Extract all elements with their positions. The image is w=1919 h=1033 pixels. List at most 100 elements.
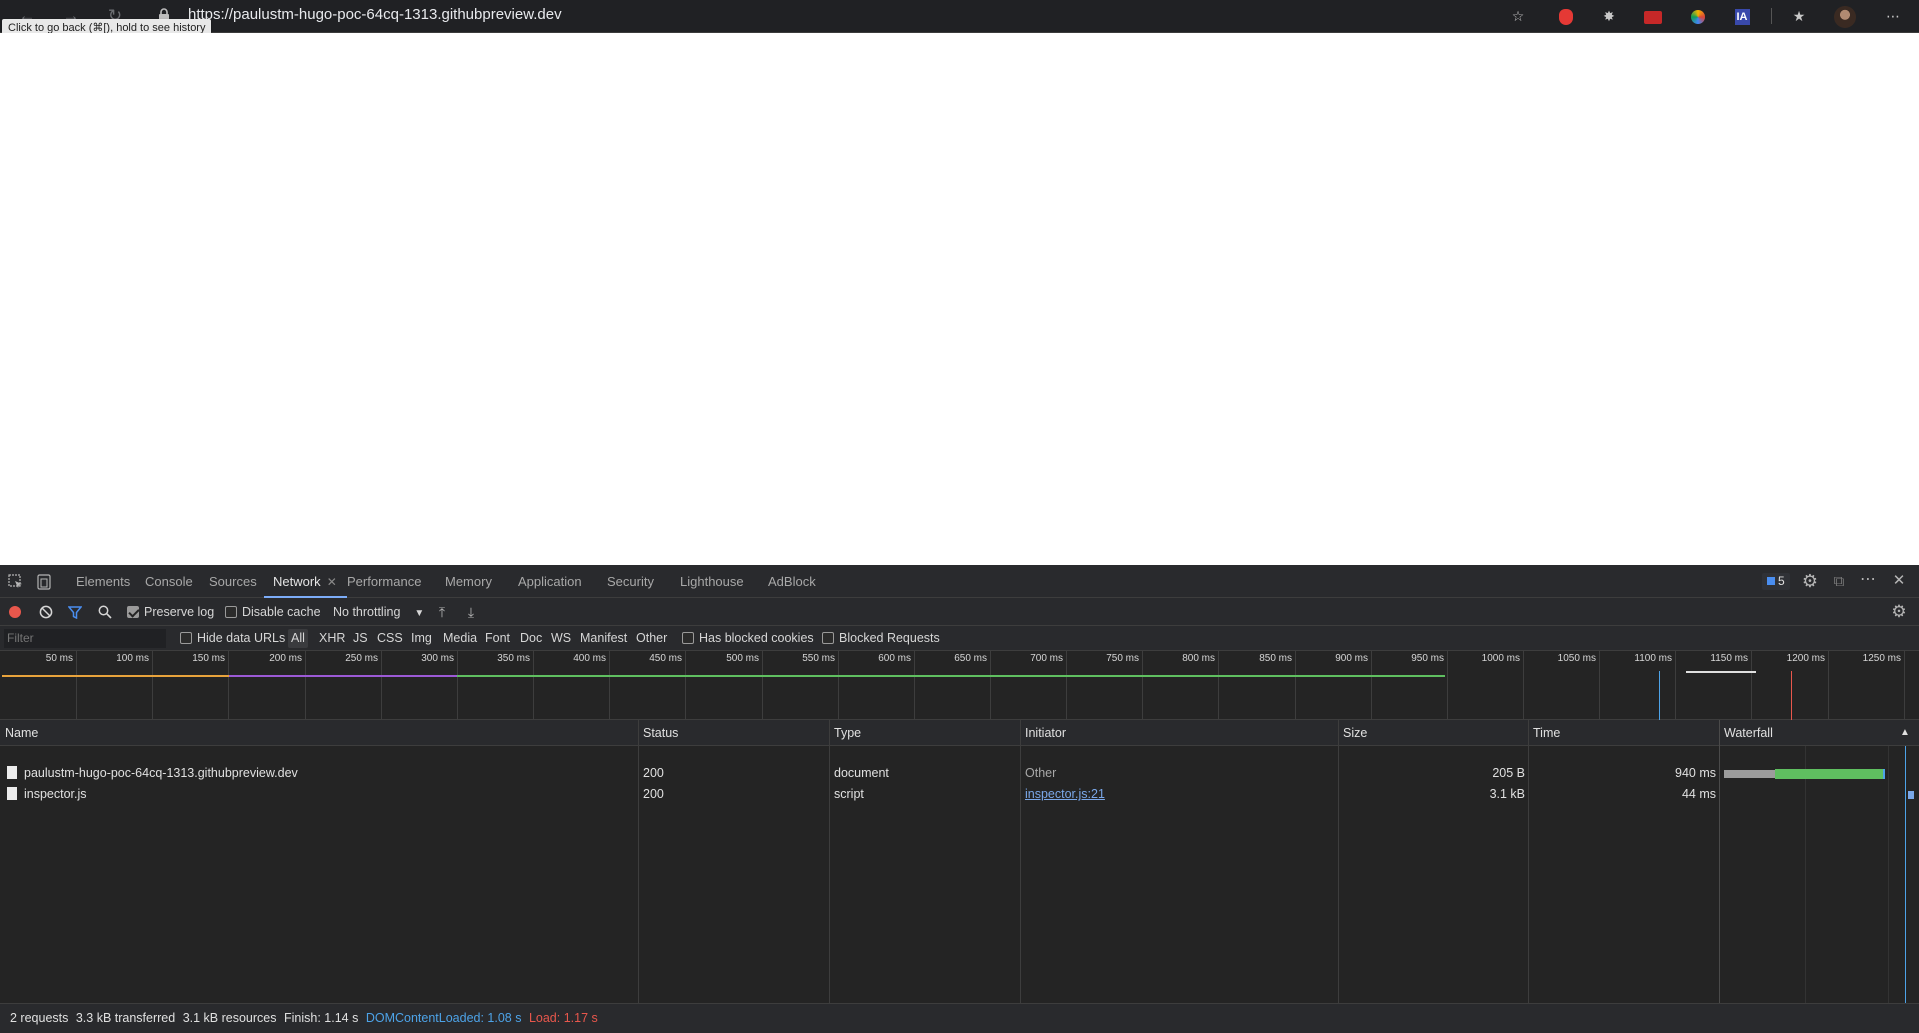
disable-cache-checkbox[interactable]: Disable cache	[225, 598, 321, 626]
search-icon[interactable]	[98, 605, 112, 619]
ext-shield-icon[interactable]	[1555, 5, 1577, 27]
col-size-header[interactable]: Size	[1343, 720, 1367, 746]
tab-sources[interactable]: Sources	[209, 565, 257, 598]
close-tab-icon[interactable]: ✕	[327, 575, 337, 589]
ext-color-icon[interactable]	[1687, 5, 1709, 27]
overview-tick-label: 50 ms	[45, 653, 73, 664]
throttling-select[interactable]: No throttling ▼	[333, 598, 424, 626]
request-type: script	[834, 787, 864, 801]
ext-ia-icon[interactable]: IA	[1731, 5, 1753, 27]
record-icon[interactable]	[9, 606, 21, 618]
inspect-element-icon[interactable]	[8, 574, 23, 589]
tab-adblock[interactable]: AdBlock	[768, 565, 816, 598]
type-filter-img[interactable]: Img	[408, 629, 435, 648]
type-filter-all[interactable]: All	[288, 629, 308, 648]
script-file-icon	[7, 787, 17, 800]
table-row[interactable]: paulustm-hugo-poc-64cq-1313.githubprevie…	[0, 763, 1720, 784]
col-waterfall-header[interactable]: Waterfall ▲	[1724, 720, 1910, 746]
overview-gridline	[1523, 651, 1524, 720]
type-filter-ws[interactable]: WS	[548, 629, 574, 648]
request-name[interactable]: paulustm-hugo-poc-64cq-1313.githubprevie…	[0, 763, 298, 784]
more-menu-icon[interactable]: ⋯	[1882, 5, 1904, 27]
type-filter-media[interactable]: Media	[440, 629, 480, 648]
type-filter-doc[interactable]: Doc	[517, 629, 545, 648]
import-har-icon[interactable]: ⤒	[434, 604, 450, 620]
overview-gridline	[1751, 651, 1752, 720]
issues-badge[interactable]: 5	[1762, 573, 1790, 590]
tab-network[interactable]: Network ✕	[264, 565, 347, 598]
overview-gridline	[457, 651, 458, 720]
type-filter-js[interactable]: JS	[350, 629, 371, 648]
tab-elements[interactable]: Elements	[76, 565, 130, 598]
overview-tick-label: 450 ms	[649, 653, 682, 664]
blocked-requests-checkbox[interactable]: Blocked Requests	[822, 626, 940, 651]
sort-ascending-icon: ▲	[1900, 727, 1910, 738]
address-bar-url[interactable]: https://paulustm-hugo-poc-64cq-1313.gith…	[188, 5, 562, 25]
type-filter-xhr[interactable]: XHR	[316, 629, 348, 648]
favorites-icon[interactable]: ★	[1788, 5, 1810, 27]
close-devtools-icon[interactable]: ✕	[1889, 571, 1909, 591]
star-add-icon[interactable]: ☆	[1507, 5, 1529, 27]
type-filter-css[interactable]: CSS	[374, 629, 406, 648]
has-blocked-cookies-label: Has blocked cookies	[699, 631, 814, 645]
network-toolbar: Preserve log Disable cache No throttling…	[0, 598, 1919, 626]
table-row[interactable]: inspector.js 200 script inspector.js:21 …	[0, 784, 1720, 805]
tab-application[interactable]: Application	[518, 565, 582, 598]
filter-input[interactable]	[4, 629, 166, 648]
waterfall-bar-waiting[interactable]	[1724, 770, 1775, 778]
issues-count: 5	[1778, 574, 1785, 588]
initiator-link[interactable]: inspector.js:21	[1025, 784, 1105, 805]
ext-red-icon[interactable]	[1642, 5, 1664, 27]
col-initiator-header[interactable]: Initiator	[1025, 720, 1066, 746]
tab-security[interactable]: Security	[607, 565, 654, 598]
ext-bug-icon[interactable]: ✸	[1598, 5, 1620, 27]
col-time-header[interactable]: Time	[1533, 720, 1560, 746]
settings-gear-icon[interactable]: ⚙	[1800, 571, 1820, 591]
dock-side-icon[interactable]: ⧉	[1829, 572, 1849, 592]
overview-gridline	[685, 651, 686, 720]
preserve-log-check	[127, 606, 139, 618]
type-filter-font[interactable]: Font	[482, 629, 513, 648]
browser-toolbar: ← → ↻ https://paulustm-hugo-poc-64cq-131…	[0, 0, 1919, 33]
filter-funnel-icon[interactable]	[68, 606, 82, 619]
clear-icon[interactable]	[39, 605, 53, 619]
request-table-header: Name Status Type Initiator Size Time Wat…	[0, 720, 1919, 746]
overview-tick-label: 300 ms	[421, 653, 454, 664]
overview-tick-label: 250 ms	[345, 653, 378, 664]
type-filter-other[interactable]: Other	[633, 629, 670, 648]
overview-gridline	[228, 651, 229, 720]
overview-tick-label: 100 ms	[116, 653, 149, 664]
col-waterfall-label: Waterfall	[1724, 726, 1773, 740]
overview-tick-label: 1100 ms	[1634, 653, 1672, 664]
col-name-header[interactable]: Name	[5, 720, 38, 746]
tab-console[interactable]: Console	[145, 565, 193, 598]
device-toolbar-icon[interactable]	[37, 574, 51, 590]
waterfall-bar-download[interactable]	[1775, 769, 1883, 779]
hide-data-urls-label: Hide data URLs	[197, 631, 286, 645]
overview-gridline	[609, 651, 610, 720]
waterfall-bar-script[interactable]	[1908, 791, 1914, 799]
hide-data-urls-checkbox[interactable]: Hide data URLs	[180, 626, 285, 651]
overview-tick-label: 500 ms	[726, 653, 759, 664]
tab-performance[interactable]: Performance	[347, 565, 421, 598]
overview-gridline	[152, 651, 153, 720]
more-options-icon[interactable]: ⋯	[1858, 570, 1878, 590]
type-filter-manifest[interactable]: Manifest	[577, 629, 630, 648]
profile-avatar[interactable]	[1834, 5, 1856, 29]
throttling-value: No throttling	[333, 605, 401, 619]
network-settings-gear-icon[interactable]: ⚙	[1889, 603, 1909, 621]
overview-gridline	[381, 651, 382, 720]
tab-lighthouse[interactable]: Lighthouse	[680, 565, 744, 598]
overview-tick-label: 850 ms	[1259, 653, 1292, 664]
col-status-header[interactable]: Status	[643, 720, 678, 746]
network-overview-timeline[interactable]: 50 ms 100 ms 150 ms 200 ms 250 ms 300 ms 350 m…	[0, 651, 1919, 720]
overview-tick-label: 400 ms	[573, 653, 606, 664]
col-type-header[interactable]: Type	[834, 720, 861, 746]
request-name[interactable]: inspector.js	[0, 784, 87, 805]
preserve-log-checkbox[interactable]: Preserve log	[127, 598, 214, 626]
export-har-icon[interactable]: ⤓	[463, 604, 479, 620]
request-name-text: paulustm-hugo-poc-64cq-1313.githubprevie…	[24, 766, 298, 780]
has-blocked-cookies-checkbox[interactable]: Has blocked cookies	[682, 626, 814, 651]
blocked-requests-label: Blocked Requests	[839, 631, 940, 645]
tab-memory[interactable]: Memory	[445, 565, 492, 598]
